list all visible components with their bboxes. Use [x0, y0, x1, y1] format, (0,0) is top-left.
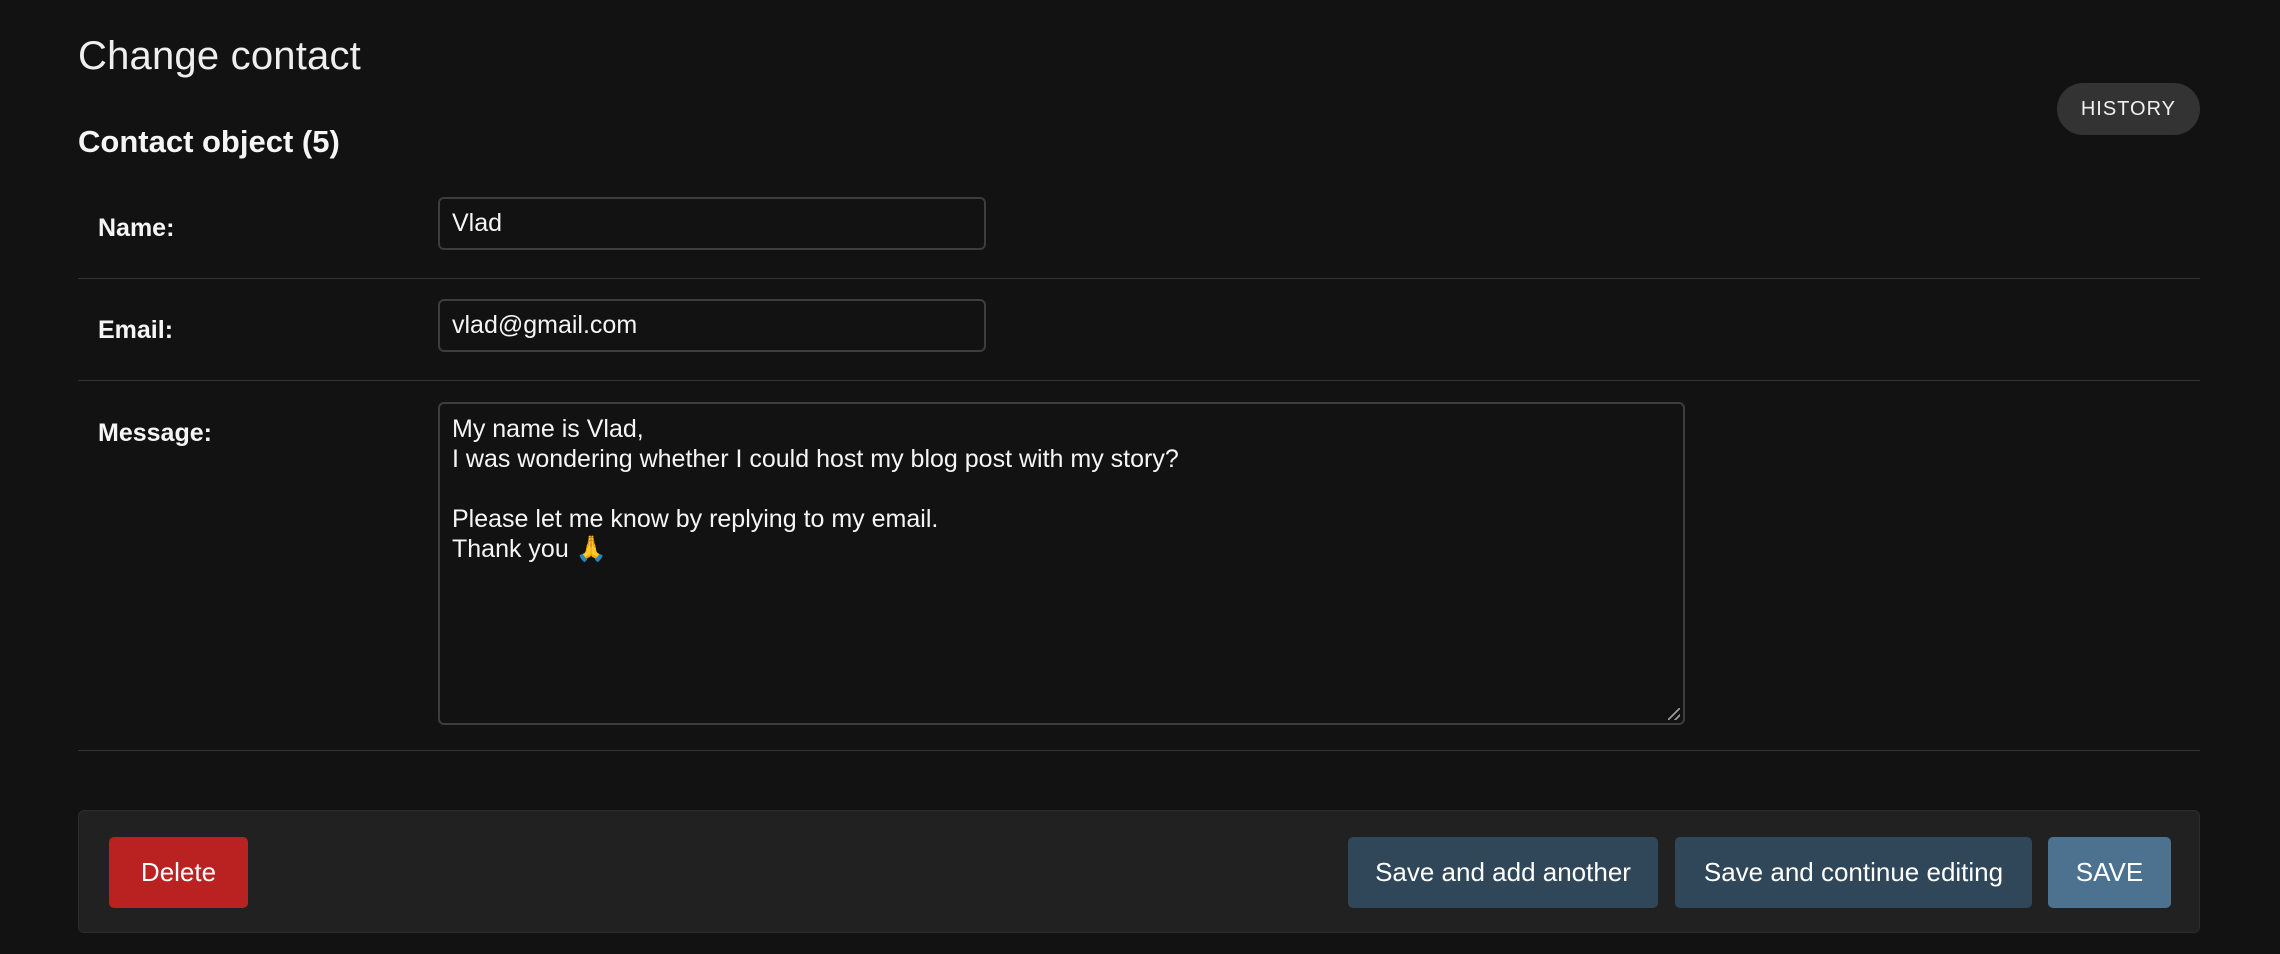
form-row-name: Name: — [78, 178, 2200, 279]
save-and-add-another-button[interactable]: Save and add another — [1348, 837, 1658, 908]
resize-handle-icon[interactable] — [1668, 708, 1680, 720]
message-textarea-wrapper: My name is Vlad, I was wondering whether… — [438, 402, 1685, 725]
form-row-email: Email: — [78, 279, 2200, 381]
name-input[interactable] — [438, 197, 986, 250]
submit-row: Delete Save and add another Save and con… — [78, 810, 2200, 933]
contact-form: Name: Email: Message: My name is Vlad, I… — [78, 178, 2200, 751]
page-title: Change contact — [78, 34, 361, 78]
message-label: Message: — [98, 419, 212, 447]
object-title: Contact object (5) — [78, 124, 340, 159]
email-input[interactable] — [438, 299, 986, 352]
delete-button[interactable]: Delete — [109, 837, 248, 908]
save-and-continue-button[interactable]: Save and continue editing — [1675, 837, 2032, 908]
name-label: Name: — [98, 214, 175, 242]
email-label: Email: — [98, 316, 174, 344]
form-row-message: Message: My name is Vlad, I was wonderin… — [78, 381, 2200, 751]
save-button[interactable]: SAVE — [2048, 837, 2171, 908]
change-form-page: Change contact HISTORY Contact object (5… — [0, 0, 2280, 954]
message-textarea[interactable]: My name is Vlad, I was wondering whether… — [438, 402, 1685, 725]
history-button[interactable]: HISTORY — [2056, 83, 2200, 135]
